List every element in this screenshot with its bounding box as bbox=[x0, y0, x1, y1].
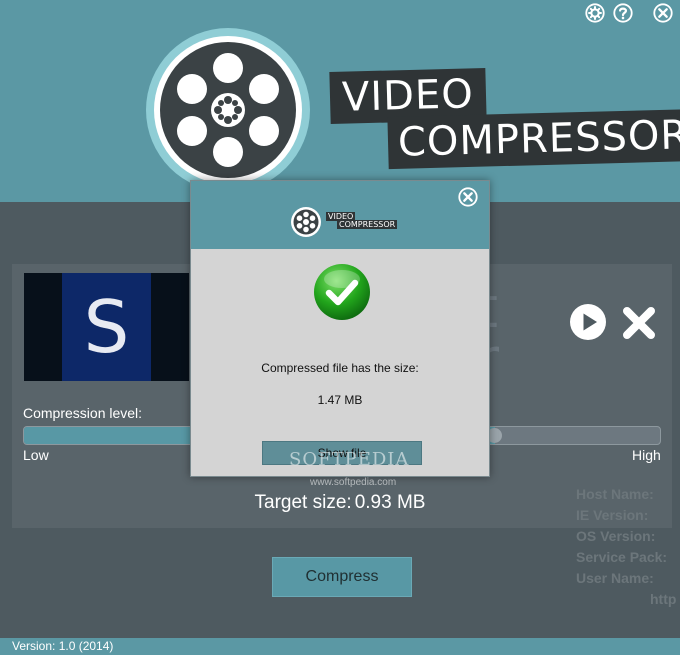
sysinfo-service-pack: Service Pack: bbox=[576, 549, 668, 565]
dialog-close-icon[interactable] bbox=[457, 186, 479, 208]
dialog-file-size: 1.47 MB bbox=[317, 393, 363, 407]
dialog-logo-icon bbox=[291, 207, 321, 237]
sysinfo-link-fragment: http bbox=[650, 591, 677, 607]
slider-high-label: High bbox=[632, 447, 661, 463]
help-icon[interactable] bbox=[612, 2, 634, 24]
thumbnail-letter: S bbox=[83, 285, 130, 369]
version-footer: Version: 1.0 (2014) bbox=[0, 638, 680, 655]
play-icon[interactable] bbox=[569, 303, 607, 341]
sysinfo-os-version: OS Version: bbox=[576, 528, 656, 544]
thumbnail-frame: S bbox=[62, 273, 151, 381]
sysinfo-host-name: Host Name: bbox=[576, 486, 654, 502]
target-size-value: 0.93 MB bbox=[354, 492, 426, 513]
success-check-icon bbox=[314, 264, 370, 320]
dialog-message: Compressed file has the size: bbox=[261, 361, 419, 375]
film-reel-logo-icon bbox=[146, 28, 310, 192]
compress-button[interactable]: Compress bbox=[272, 557, 412, 597]
sysinfo-user-name: User Name: bbox=[576, 570, 654, 586]
dialog-logo-line2: COMPRESSOR bbox=[337, 220, 398, 229]
target-size-label: Target size: bbox=[254, 492, 352, 513]
system-info: Host Name: IE Version: OS Version: Servi… bbox=[576, 484, 676, 610]
app-header: VIDEO COMPRESSOR bbox=[0, 0, 680, 202]
softpedia-watermark: SOFTPEDIA bbox=[289, 449, 410, 470]
slider-low-label: Low bbox=[23, 447, 49, 463]
video-thumbnail[interactable]: S bbox=[24, 273, 189, 381]
remove-video-icon[interactable] bbox=[622, 306, 656, 340]
softpedia-watermark-url: www.softpedia.com bbox=[310, 477, 397, 488]
app-title-line2: COMPRESSOR bbox=[387, 108, 680, 170]
settings-icon[interactable] bbox=[584, 2, 606, 24]
window-controls bbox=[584, 2, 674, 24]
sysinfo-ie-version: IE Version: bbox=[576, 507, 649, 523]
compression-result-dialog: VIDEO COMPRESSOR Compressed file has the… bbox=[190, 180, 490, 477]
dialog-header: VIDEO COMPRESSOR bbox=[191, 181, 489, 249]
compression-level-label: Compression level: bbox=[23, 405, 143, 421]
close-icon[interactable] bbox=[652, 2, 674, 24]
